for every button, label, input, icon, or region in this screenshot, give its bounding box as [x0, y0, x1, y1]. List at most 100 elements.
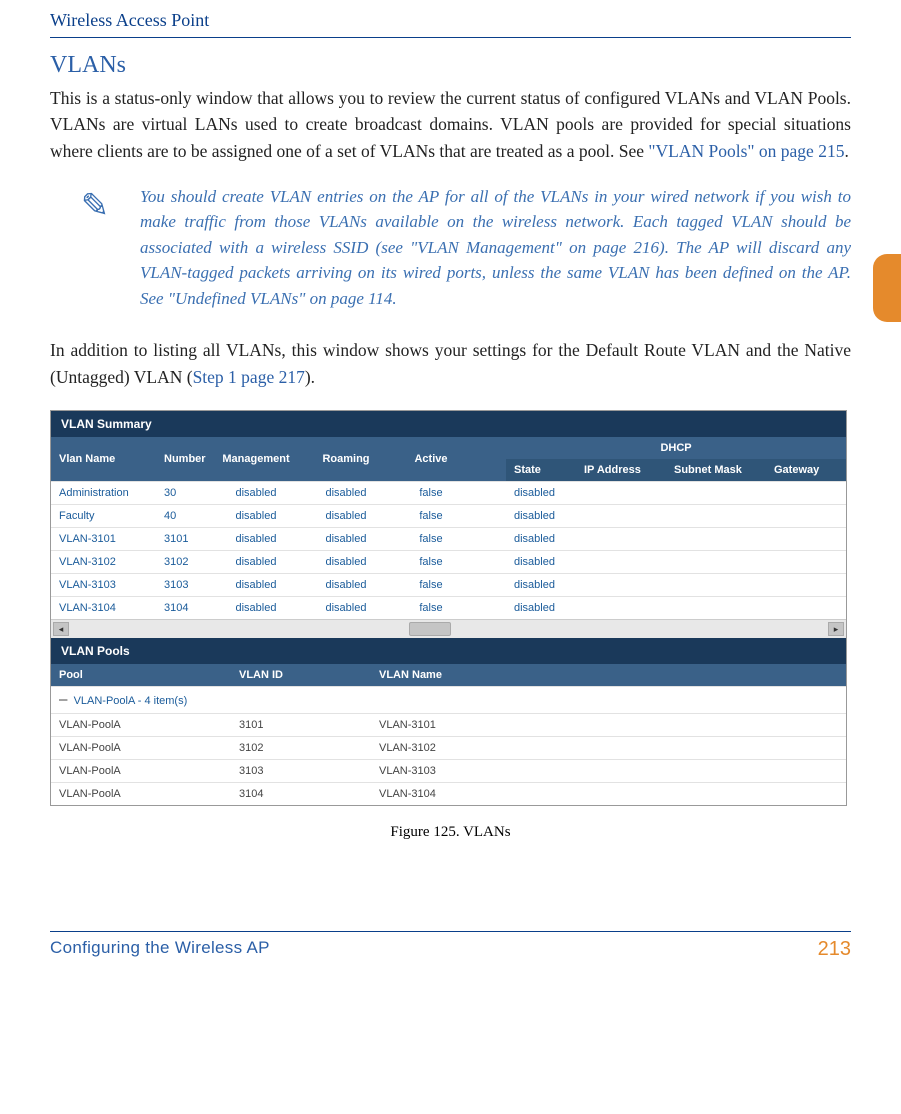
th-ip[interactable]: IP Address: [576, 459, 666, 482]
th-poolname[interactable]: VLAN Name: [371, 664, 846, 687]
th-dhcp[interactable]: DHCP: [506, 437, 846, 459]
cell-pool: VLAN-PoolA: [51, 713, 231, 736]
cell-vlanid: 3101: [231, 713, 371, 736]
horizontal-scrollbar[interactable]: ◂ ▸: [51, 619, 846, 638]
cell-ip: [576, 527, 666, 550]
vlan-screenshot: VLAN Summary Vlan Name Number Management…: [50, 410, 847, 806]
side-tab: [873, 254, 901, 322]
th-subnet[interactable]: Subnet Mask: [666, 459, 766, 482]
th-vlan-name[interactable]: Vlan Name: [51, 437, 156, 482]
cell-ip: [576, 573, 666, 596]
cell-number: 30: [156, 481, 211, 504]
middle-text-post: ).: [305, 367, 315, 387]
cell-roaming: disabled: [301, 527, 391, 550]
cell-name: Administration: [51, 481, 156, 504]
cell-state: disabled: [506, 527, 576, 550]
cell-number: 3104: [156, 596, 211, 619]
cell-mgmt: disabled: [211, 573, 301, 596]
th-roaming[interactable]: Roaming: [301, 437, 391, 482]
cell-active: false: [391, 481, 471, 504]
cell-subnet: [666, 573, 766, 596]
th-management[interactable]: Management: [211, 437, 301, 482]
cell-name: VLAN-3102: [51, 550, 156, 573]
vlan-pools-table: Pool VLAN ID VLAN Name — VLAN-PoolA - 4 …: [51, 664, 846, 805]
cell-state: disabled: [506, 596, 576, 619]
cell-pool: VLAN-PoolA: [51, 736, 231, 759]
collapse-icon[interactable]: —: [59, 692, 67, 708]
intro-text-post: .: [844, 141, 848, 161]
middle-link[interactable]: Step 1 page 217: [193, 367, 305, 387]
intro-link[interactable]: "VLAN Pools" on page 215: [648, 141, 844, 161]
th-state[interactable]: State: [506, 459, 576, 482]
running-header: Wireless Access Point: [50, 10, 851, 31]
table-row[interactable]: VLAN-3102 3102 disabled disabled false d…: [51, 550, 846, 573]
table-row[interactable]: VLAN-PoolA 3103 VLAN-3103: [51, 759, 846, 782]
cell-active: false: [391, 550, 471, 573]
cell-vlanid: 3102: [231, 736, 371, 759]
cell-mgmt: disabled: [211, 527, 301, 550]
table-row[interactable]: VLAN-3103 3103 disabled disabled false d…: [51, 573, 846, 596]
cell-mgmt: disabled: [211, 596, 301, 619]
cell-subnet: [666, 596, 766, 619]
table-row[interactable]: VLAN-3101 3101 disabled disabled false d…: [51, 527, 846, 550]
table-row[interactable]: VLAN-PoolA 3101 VLAN-3101: [51, 713, 846, 736]
pool-group-label: VLAN-PoolA - 4 item(s): [74, 695, 188, 707]
cell-spacer: [471, 573, 506, 596]
cell-active: false: [391, 504, 471, 527]
scrollbar-thumb[interactable]: [409, 622, 451, 636]
cell-spacer: [471, 504, 506, 527]
table-row[interactable]: VLAN-3104 3104 disabled disabled false d…: [51, 596, 846, 619]
cell-spacer: [471, 481, 506, 504]
scrollbar-left-arrow-icon[interactable]: ◂: [53, 622, 69, 636]
table-row[interactable]: Faculty 40 disabled disabled false disab…: [51, 504, 846, 527]
cell-gateway: [766, 527, 846, 550]
cell-spacer: [471, 596, 506, 619]
cell-name: VLAN-3104: [51, 596, 156, 619]
pool-group-row[interactable]: — VLAN-PoolA - 4 item(s): [51, 686, 846, 713]
vlan-summary-title: VLAN Summary: [51, 411, 846, 437]
cell-ip: [576, 596, 666, 619]
cell-number: 3101: [156, 527, 211, 550]
cell-name: VLAN-3101: [51, 527, 156, 550]
cell-subnet: [666, 550, 766, 573]
cell-vlanid: 3104: [231, 782, 371, 805]
th-number[interactable]: Number: [156, 437, 211, 482]
cell-mgmt: disabled: [211, 550, 301, 573]
cell-vlanname: VLAN-3104: [371, 782, 846, 805]
cell-active: false: [391, 527, 471, 550]
scrollbar-right-arrow-icon[interactable]: ▸: [828, 622, 844, 636]
cell-ip: [576, 504, 666, 527]
cell-roaming: disabled: [301, 504, 391, 527]
note-text: You should create VLAN entries on the AP…: [140, 184, 851, 312]
cell-gateway: [766, 504, 846, 527]
th-vlanid[interactable]: VLAN ID: [231, 664, 371, 687]
cell-vlanname: VLAN-3103: [371, 759, 846, 782]
cell-mgmt: disabled: [211, 504, 301, 527]
cell-spacer: [471, 550, 506, 573]
cell-roaming: disabled: [301, 481, 391, 504]
cell-roaming: disabled: [301, 573, 391, 596]
cell-subnet: [666, 481, 766, 504]
cell-subnet: [666, 504, 766, 527]
th-pool[interactable]: Pool: [51, 664, 231, 687]
cell-name: VLAN-3103: [51, 573, 156, 596]
table-row[interactable]: Administration 30 disabled disabled fals…: [51, 481, 846, 504]
cell-gateway: [766, 573, 846, 596]
cell-number: 40: [156, 504, 211, 527]
cell-vlanname: VLAN-3102: [371, 736, 846, 759]
cell-active: false: [391, 573, 471, 596]
page-number: 213: [818, 938, 851, 961]
cell-subnet: [666, 527, 766, 550]
table-row[interactable]: VLAN-PoolA 3102 VLAN-3102: [51, 736, 846, 759]
note-block: ✎ You should create VLAN entries on the …: [50, 184, 851, 312]
cell-pool: VLAN-PoolA: [51, 782, 231, 805]
cell-roaming: disabled: [301, 550, 391, 573]
vlan-summary-table: Vlan Name Number Management Roaming Acti…: [51, 437, 846, 619]
cell-gateway: [766, 550, 846, 573]
cell-active: false: [391, 596, 471, 619]
cell-gateway: [766, 596, 846, 619]
table-row[interactable]: VLAN-PoolA 3104 VLAN-3104: [51, 782, 846, 805]
footer-section-name: Configuring the Wireless AP: [50, 938, 270, 961]
th-gateway[interactable]: Gateway: [766, 459, 846, 482]
th-active[interactable]: Active: [391, 437, 471, 482]
